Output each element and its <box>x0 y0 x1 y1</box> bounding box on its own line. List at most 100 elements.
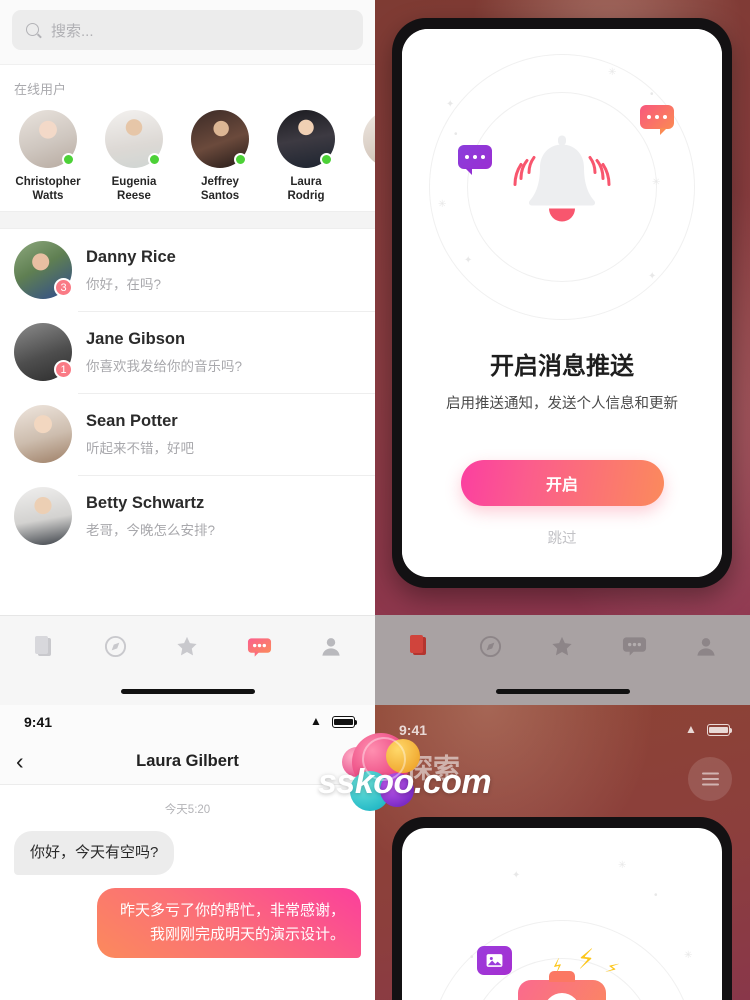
tab-profile[interactable] <box>685 631 727 661</box>
online-users-title: 在线用户 <box>14 82 67 97</box>
search-input[interactable]: 搜索... <box>12 10 363 50</box>
sparkle-icon: • <box>654 890 658 901</box>
list-item[interactable]: 3 Danny Rice 你好，在吗? <box>0 229 375 311</box>
online-user-name: Jeffrey Santos <box>200 176 240 202</box>
sparkle-icon: • <box>650 89 654 100</box>
list-item[interactable]: 1 Jane Gibson 你喜欢我发给你的音乐吗? <box>0 311 375 393</box>
phone-frame: ✦ ✳ ✳ ✦ ✳ ✦ • • 开启消息推送 启用推送通知，发送个人信息和更新 … <box>392 18 732 588</box>
sparkle-icon: • <box>470 952 474 963</box>
wifi-icon <box>310 714 325 728</box>
page-subtitle: 启用推送通知，发送个人信息和更新 <box>446 396 678 412</box>
camera-illustration: ✦ ✳ • • ✳ ⚡ ⚡ ⚡ <box>402 828 722 1000</box>
skip-link[interactable]: 跳过 <box>548 527 577 548</box>
sparkle-icon: ✳ <box>684 950 693 961</box>
list-item[interactable]: Sean Potter 听起来不错，好吧 <box>0 393 375 475</box>
status-time: 9:41 <box>399 722 428 738</box>
tab-cards[interactable] <box>398 631 440 661</box>
tab-messages[interactable] <box>238 632 280 662</box>
status-bar: 9:41 <box>0 705 375 739</box>
avatar: 1 <box>14 323 73 381</box>
avatar[interactable] <box>325 745 359 779</box>
home-indicator-area <box>0 677 375 705</box>
tabbar <box>375 615 750 677</box>
panel-chat-detail: 9:41 ‹ Laura Gilbert 今天5:20 你好，今天有空吗? 昨天… <box>0 705 375 1000</box>
sparkle-icon: ✦ <box>648 271 657 282</box>
tab-messages[interactable] <box>613 631 655 661</box>
back-button[interactable]: ‹ <box>16 750 24 773</box>
sparkle-icon: ✦ <box>464 255 473 266</box>
compass-icon <box>480 635 502 657</box>
section-divider <box>0 211 375 229</box>
chat-bubble-icon <box>247 637 271 657</box>
conversation-preview: 老哥，今晚怎么安排? <box>86 522 216 538</box>
online-user-name: Laura Rodrig <box>287 176 325 202</box>
unread-badge: 1 <box>54 360 73 379</box>
phone-screen: ✦ ✳ ✳ ✦ ✳ ✦ • • 开启消息推送 启用推送通知，发送个人信息和更新 … <box>402 29 722 577</box>
online-users-strip[interactable]: Christopher Watts Eugenia Reese Jeffrey … <box>0 110 375 203</box>
conversation-preview: 你好，在吗? <box>86 276 162 292</box>
compass-icon <box>105 635 127 658</box>
home-indicator-area <box>375 677 750 705</box>
conversation-name: Sean Potter <box>86 411 178 430</box>
online-status-dot <box>62 153 75 166</box>
avatar <box>19 110 77 168</box>
status-bar: 9:41 <box>375 713 750 747</box>
message-bubble-incoming: 你好，今天有空吗? <box>14 831 175 875</box>
message-bubble-outgoing: 昨天多亏了你的帮忙，非常感谢，我刚刚完成明天的演示设计。 <box>97 888 361 958</box>
home-indicator[interactable] <box>495 688 630 694</box>
avatar <box>14 405 72 463</box>
sparkle-icon: • <box>454 129 458 140</box>
avatar <box>105 110 163 168</box>
sparkle-icon: ✳ <box>438 199 447 210</box>
bell-illustration: ✦ ✳ ✳ ✦ ✳ ✦ • • <box>402 29 722 344</box>
online-user-item[interactable]: Christopher Watts <box>14 110 82 203</box>
online-users-section: 在线用户 Christopher Watts Eugenia Reese Jef… <box>0 65 375 211</box>
hamburger-menu-icon[interactable] <box>688 757 732 801</box>
star-icon <box>552 636 573 655</box>
online-user-name: Eugenia Reese <box>111 176 157 202</box>
conversation-name: Danny Rice <box>86 247 176 266</box>
chat-bubble-orange-icon <box>640 105 674 135</box>
message-timestamp: 今天5:20 <box>164 804 211 816</box>
sparkle-icon: ✳ <box>652 177 661 188</box>
online-status-dot <box>148 153 161 166</box>
tab-discover[interactable] <box>95 632 137 662</box>
enable-notifications-button[interactable]: 开启 <box>460 460 664 506</box>
avatar: 3 <box>14 241 73 299</box>
page-title: 开启消息推送 <box>490 353 634 380</box>
screens-grid: 搜索... 在线用户 Christopher Watts Eugenia Ree… <box>0 0 750 1000</box>
home-indicator[interactable] <box>120 688 255 694</box>
person-icon <box>697 637 715 656</box>
tab-discover[interactable] <box>470 631 512 661</box>
sparkle-icon: ✦ <box>446 99 455 110</box>
sparkle-icon: ✦ <box>512 870 521 881</box>
tab-cards[interactable] <box>23 632 65 662</box>
tab-profile[interactable] <box>310 632 352 662</box>
online-status-dot <box>320 153 333 166</box>
panel-chat-list: 搜索... 在线用户 Christopher Watts Eugenia Ree… <box>0 0 375 705</box>
conversation-name: Betty Schwartz <box>86 493 205 512</box>
lightning-bolt-icon: ⚡ <box>575 943 597 975</box>
tabbar <box>0 615 375 677</box>
unread-badge: 3 <box>54 278 73 297</box>
person-icon <box>322 638 340 656</box>
sparkle-icon: ✳ <box>618 860 627 871</box>
panel-notification-permission: ✦ ✳ ✳ ✦ ✳ ✦ • • 开启消息推送 启用推送通知，发送个人信息和更新 … <box>375 0 750 705</box>
online-user-item[interactable]: Eugenia Reese <box>100 110 168 203</box>
message-row-outgoing: 昨天多亏了你的帮忙，非常感谢，我刚刚完成明天的演示设计。 <box>14 888 361 958</box>
online-user-item[interactable]: Jeffrey Santos <box>186 110 254 203</box>
search-icon <box>26 22 41 38</box>
permission-card: ✦ ✳ ✳ ✦ ✳ ✦ • • 开启消息推送 启用推送通知，发送个人信息和更新 … <box>402 29 722 577</box>
avatar <box>14 487 72 545</box>
search-bar-container: 搜索... <box>0 0 375 65</box>
list-item[interactable]: Betty Schwartz 老哥，今晚怎么安排? <box>0 475 375 557</box>
camera-icon <box>518 971 606 1000</box>
search-placeholder: 搜索... <box>51 22 94 40</box>
online-user-item[interactable]: L <box>358 110 375 203</box>
tab-favorites[interactable] <box>541 631 583 661</box>
online-user-name: L <box>358 175 375 189</box>
online-status-dot <box>234 153 247 166</box>
tab-favorites[interactable] <box>166 632 208 662</box>
online-user-item[interactable]: Laura Rodrig <box>272 110 340 203</box>
conversation-name: Jane Gibson <box>86 329 186 348</box>
